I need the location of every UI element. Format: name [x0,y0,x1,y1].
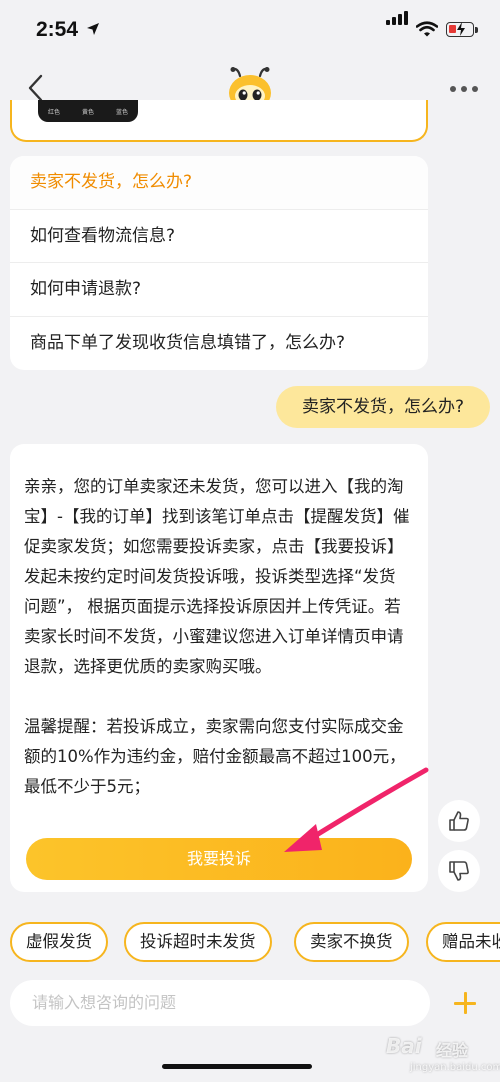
quick-reply-chip[interactable]: 赠品未收到 [426,922,500,962]
status-time: 2:54 [36,18,79,41]
dislike-button[interactable] [438,850,480,892]
battery-icon [446,22,474,37]
answer-paragraph: 亲亲，您的订单卖家还未发货，您可以进入【我的淘宝】-【我的订单】找到该笔订单点击… [24,477,410,676]
faq-item[interactable]: 商品下单了发现收货信息填错了，怎么办? [10,317,428,371]
faq-item[interactable]: 如何查看物流信息? [10,210,428,263]
thumbs-down-icon [449,861,469,881]
baidu-jingyan-watermark: Bai 经验 jingyan.baidu.com [386,1030,500,1080]
watermark-logo: Bai [386,1034,422,1058]
status-bar: 2:54 [0,0,500,60]
thumbs-up-icon [449,811,469,831]
watermark-logo-cn: 经验 [436,1041,469,1060]
previous-message-card: 红色 黄色 蓝色 [10,100,428,142]
quick-reply-chip[interactable]: 卖家不换货 [294,922,409,962]
answer-card: 亲亲，您的订单卖家还未发货，您可以进入【我的淘宝】-【我的订单】找到该笔订单点击… [10,444,428,892]
swatch-label: 蓝色 [116,109,129,116]
wifi-icon [416,21,438,37]
location-arrow-icon [87,23,99,35]
color-swatch-strip: 红色 黄色 蓝色 [38,100,138,122]
swatch-label: 黄色 [82,109,95,116]
battery-tip [475,27,478,33]
chevron-left-icon[interactable] [24,74,48,102]
plus-button[interactable] [446,984,484,1022]
ellipsis-icon[interactable] [450,86,478,92]
like-button[interactable] [438,800,480,842]
quick-reply-chips: 虚假发货 投诉超时未发货 卖家不换货 赠品未收到 [10,922,500,964]
answer-reminder-paragraph: 温馨提醒：若投诉成立，卖家需向您支付实际成交金额的10%作为违约金，赔付金额最高… [24,717,406,796]
quick-reply-chip[interactable]: 虚假发货 [10,922,108,962]
plus-icon-vertical [463,992,467,1014]
home-indicator [162,1064,312,1069]
question-input[interactable]: 请输入想咨询的问题 [10,980,430,1026]
faq-suggestion-card: 卖家不发货，怎么办? 如何查看物流信息? 如何申请退款? 商品下单了发现收货信息… [10,156,428,370]
user-message-bubble: 卖家不发货，怎么办? [276,386,490,428]
quick-reply-chip[interactable]: 投诉超时未发货 [124,922,272,962]
faq-item[interactable]: 如何申请退款? [10,263,428,317]
swatch-label: 红色 [48,109,61,116]
watermark-url: jingyan.baidu.com [410,1062,500,1073]
faq-item[interactable]: 卖家不发货，怎么办? [10,156,428,210]
file-complaint-button[interactable]: 我要投诉 [26,838,412,880]
